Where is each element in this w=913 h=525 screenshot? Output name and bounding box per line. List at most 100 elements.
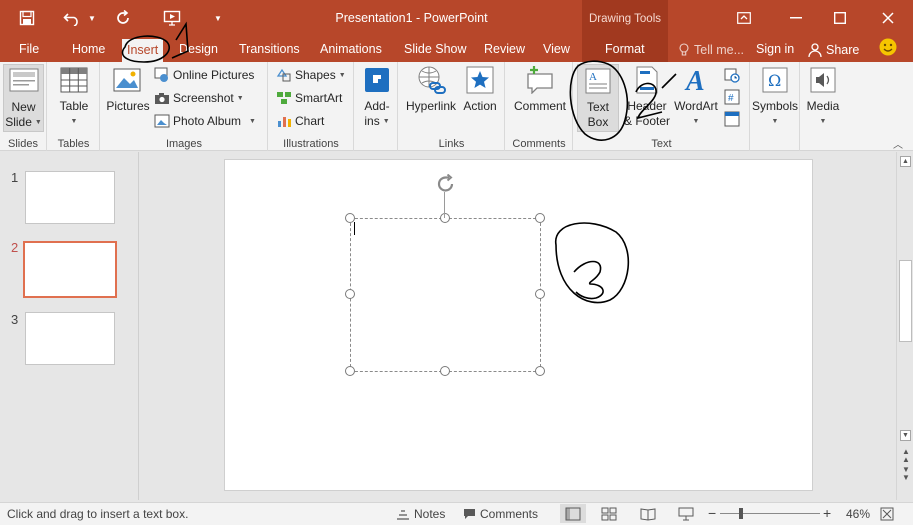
zoom-slider[interactable]	[720, 513, 820, 514]
date-time-icon	[724, 67, 740, 83]
tab-view[interactable]: View	[543, 40, 570, 60]
status-bar: Click and drag to insert a text box. Not…	[0, 502, 913, 525]
tab-file[interactable]: File	[19, 40, 39, 60]
rotate-handle-icon[interactable]	[435, 173, 457, 197]
chart-button[interactable]: Chart	[276, 111, 324, 131]
new-slide-icon	[8, 65, 40, 97]
tell-me-box[interactable]: Tell me...	[679, 40, 744, 60]
symbols-label: Symbols	[751, 99, 798, 113]
previous-slide-icon[interactable]: ▲ ▲	[902, 448, 910, 464]
sign-in-link[interactable]: Sign in	[756, 40, 794, 60]
chevron-down-icon: ▼	[338, 71, 346, 79]
chevron-down-icon: ▼	[819, 118, 827, 125]
text-box-label-2: Box	[587, 115, 609, 129]
maximize-icon[interactable]	[826, 6, 854, 30]
resize-handle[interactable]	[345, 289, 355, 299]
slide-thumbnail-1[interactable]	[25, 171, 115, 224]
group-links: Hyperlink Action Links	[399, 62, 505, 151]
tab-insert[interactable]: Insert	[122, 39, 164, 62]
tab-transitions[interactable]: Transitions	[239, 40, 300, 60]
smartart-button[interactable]: SmartArt	[276, 88, 342, 108]
resize-handle[interactable]	[440, 213, 450, 223]
text-box-button[interactable]: A Text Box	[577, 64, 619, 132]
zoom-in-button[interactable]: +	[823, 505, 831, 521]
online-pictures-button[interactable]: Online Pictures	[154, 65, 254, 85]
svg-text:A: A	[684, 66, 705, 94]
collapse-ribbon-icon[interactable]: ︿	[893, 136, 903, 151]
new-slide-label-1: New	[11, 100, 36, 114]
media-button[interactable]: Media ▼	[801, 64, 845, 129]
slide-number-button[interactable]: #	[724, 87, 743, 107]
shapes-button[interactable]: Shapes ▼	[276, 65, 346, 85]
screenshot-button[interactable]: Screenshot ▼	[154, 88, 244, 108]
notes-button[interactable]: Notes	[396, 507, 445, 521]
resize-handle[interactable]	[345, 366, 355, 376]
vertical-scrollbar[interactable]: ▲ ▼ ▲ ▲ ▼ ▼	[896, 152, 913, 500]
tab-animations[interactable]: Animations	[320, 40, 382, 60]
fit-to-window-icon[interactable]	[880, 507, 894, 521]
photo-album-icon	[154, 113, 170, 129]
resize-handle[interactable]	[535, 213, 545, 223]
new-text-box[interactable]	[350, 218, 541, 372]
speaker-icon	[807, 64, 839, 96]
scroll-down-icon[interactable]: ▼	[900, 430, 911, 441]
ribbon: New Slide ▼ Slides Table ▼ Tables Picture…	[0, 62, 913, 151]
tab-review[interactable]: Review	[484, 40, 525, 60]
action-button[interactable]: Action	[459, 64, 501, 114]
zoom-level[interactable]: 46%	[846, 507, 870, 521]
header-footer-label-1: Header	[627, 99, 667, 113]
resize-handle[interactable]	[345, 213, 355, 223]
table-button[interactable]: Table ▼	[56, 64, 92, 129]
minimize-icon[interactable]	[782, 6, 810, 30]
resize-handle[interactable]	[535, 289, 545, 299]
tab-home[interactable]: Home	[72, 40, 105, 60]
hyperlink-button[interactable]: Hyperlink	[403, 64, 459, 114]
chevron-down-icon: ▼	[70, 118, 78, 125]
reading-view-icon[interactable]	[640, 507, 656, 521]
group-media: Media ▼	[801, 62, 846, 151]
title-bar: ▼ ▼ Presentation1 - PowerPoint	[0, 0, 913, 36]
object-button[interactable]	[724, 109, 743, 129]
table-label: Table	[59, 99, 89, 113]
notes-icon	[397, 510, 409, 520]
group-comments: Comment Comments	[506, 62, 573, 151]
photo-album-button[interactable]: Photo Album ▼	[154, 111, 256, 131]
share-button[interactable]: Share	[808, 40, 859, 60]
scrollbar-thumb[interactable]	[899, 260, 912, 342]
resize-handle[interactable]	[535, 366, 545, 376]
slide-thumbnail-2[interactable]	[23, 241, 117, 298]
group-illustrations: Shapes ▼ SmartArt Chart Illustrations	[269, 62, 354, 151]
group-label-comments: Comments	[512, 138, 566, 150]
resize-handle[interactable]	[440, 366, 450, 376]
tab-slide-show[interactable]: Slide Show	[404, 40, 467, 60]
next-slide-icon[interactable]: ▼ ▼	[902, 466, 910, 482]
ribbon-display-options-icon[interactable]	[730, 6, 758, 30]
slide-thumbnail-3[interactable]	[25, 312, 115, 365]
pictures-button[interactable]: Pictures	[105, 64, 151, 114]
svg-text:Ω: Ω	[768, 71, 781, 90]
new-slide-button[interactable]: New Slide ▼	[3, 64, 44, 132]
chart-label: Chart	[295, 114, 325, 128]
date-time-button[interactable]	[724, 65, 743, 85]
zoom-slider-thumb[interactable]	[739, 508, 743, 519]
tab-design[interactable]: Design	[179, 40, 218, 60]
close-icon[interactable]	[874, 6, 902, 30]
wordart-button[interactable]: A WordArt ▼	[672, 64, 720, 129]
feedback-smiley-icon[interactable]	[879, 38, 897, 58]
lightbulb-icon	[679, 43, 689, 56]
header-footer-button[interactable]: Header & Footer	[619, 64, 675, 129]
svg-text:#: #	[728, 93, 734, 104]
slide-sorter-view-icon[interactable]	[601, 507, 617, 521]
chevron-down-icon: ▼	[771, 118, 779, 125]
symbols-button[interactable]: Ω Symbols ▼	[751, 64, 799, 129]
window-title: Presentation1 - PowerPoint	[335, 11, 488, 25]
table-icon	[58, 64, 90, 96]
add-ins-button[interactable]: Add- ins ▼	[359, 64, 395, 129]
comment-button[interactable]: Comment	[511, 64, 569, 114]
normal-view-icon[interactable]	[560, 504, 586, 523]
slide-show-view-icon[interactable]	[678, 507, 694, 521]
tab-format[interactable]: Format	[605, 40, 645, 60]
scroll-up-icon[interactable]: ▲	[900, 156, 911, 167]
zoom-out-button[interactable]: −	[708, 505, 716, 521]
comments-button[interactable]: Comments	[463, 507, 538, 521]
